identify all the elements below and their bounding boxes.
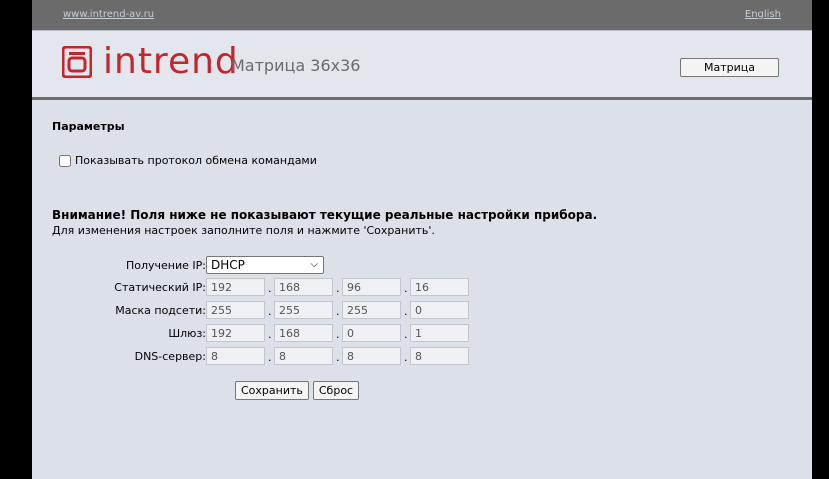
subnet-octet-1[interactable] [206,301,265,319]
octet-separator: . [404,328,408,341]
dns-octet-4[interactable] [410,347,469,365]
static-ip-row: Статический IP: . . . [32,278,812,298]
page-frame: www.intrend-av.ru English intrend Матриц… [32,0,812,479]
static-ip-octet-1[interactable] [206,278,265,296]
octet-separator: . [268,351,272,364]
header: intrend Матрица 36x36 Матрица [32,30,812,100]
device-title: Матрица 36x36 [231,56,361,75]
octet-separator: . [336,305,340,318]
octet-separator: . [404,282,408,295]
static-ip-label: Статический IP: [114,281,206,294]
ip-mode-label: Получение IP: [126,259,206,272]
octet-separator: . [336,351,340,364]
warning-title: Внимание! Поля ниже не показывают текущи… [52,208,598,222]
dns-label: DNS-сервер: [134,350,206,363]
dns-octet-1[interactable] [206,347,265,365]
form-actions: Сохранить Сброс [235,381,360,400]
gateway-octet-2[interactable] [274,324,333,342]
dns-octet-3[interactable] [342,347,401,365]
section-title: Параметры [52,120,125,133]
octet-separator: . [404,305,408,318]
static-ip-octet-3[interactable] [342,278,401,296]
gateway-octet-1[interactable] [206,324,265,342]
save-button[interactable]: Сохранить [235,381,309,400]
subnet-octet-3[interactable] [342,301,401,319]
chevron-down-icon: ⌵ [310,259,318,270]
ip-mode-row: Получение IP: DHCP ⌵ [32,256,812,276]
octet-separator: . [268,328,272,341]
ip-mode-value: DHCP [211,258,245,272]
dns-row: DNS-сервер: . . . [32,347,812,367]
subnet-octet-2[interactable] [274,301,333,319]
show-log-option[interactable]: Показывать протокол обмена командами [59,154,317,167]
top-bar: www.intrend-av.ru English [32,0,812,30]
matrix-button[interactable]: Матрица [680,58,779,77]
dns-octet-2[interactable] [274,347,333,365]
subnet-label: Маска подсети: [115,304,206,317]
octet-separator: . [336,328,340,341]
static-ip-octet-4[interactable] [410,278,469,296]
warning-hint: Для изменения настроек заполните поля и … [52,224,435,237]
octet-separator: . [336,282,340,295]
gateway-label: Шлюз: [168,327,206,340]
language-link[interactable]: English [745,9,781,20]
site-link[interactable]: www.intrend-av.ru [63,9,154,20]
brand-logo-icon [62,46,92,78]
subnet-octet-4[interactable] [410,301,469,319]
brand-name: intrend [103,41,239,82]
ip-mode-select[interactable]: DHCP ⌵ [206,256,324,274]
gateway-octet-4[interactable] [410,324,469,342]
reset-button[interactable]: Сброс [312,381,360,400]
static-ip-octet-2[interactable] [274,278,333,296]
subnet-row: Маска подсети: . . . [32,301,812,321]
gateway-octet-3[interactable] [342,324,401,342]
octet-separator: . [268,305,272,318]
octet-separator: . [268,282,272,295]
show-log-checkbox[interactable] [59,154,71,167]
show-log-label: Показывать протокол обмена командами [75,154,317,167]
octet-separator: . [404,351,408,364]
gateway-row: Шлюз: . . . [32,324,812,344]
